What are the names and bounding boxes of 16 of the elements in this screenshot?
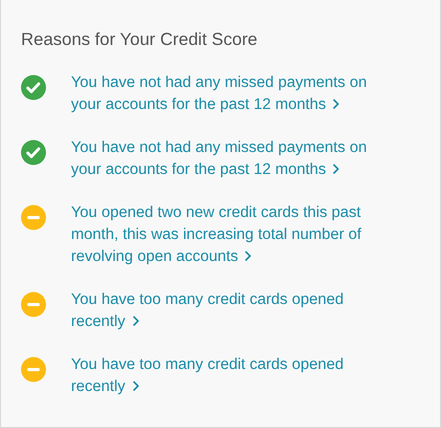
chevron-right-icon (132, 380, 140, 392)
minus-circle-icon (21, 292, 46, 317)
reason-link[interactable]: You have not had any missed payments on your accounts for the past 12 months (71, 137, 381, 181)
reason-link[interactable]: You have not had any missed payments on your accounts for the past 12 months (71, 72, 381, 116)
chevron-right-icon (332, 163, 340, 175)
chevron-right-icon (332, 98, 340, 110)
section-title: Reasons for Your Credit Score (21, 28, 258, 50)
chevron-right-icon (244, 250, 252, 262)
reason-link[interactable]: You have too many credit cards opened recently (71, 354, 381, 398)
check-circle-icon (21, 75, 46, 100)
minus-circle-icon (21, 357, 46, 382)
chevron-right-icon (132, 315, 140, 327)
reason-link[interactable]: You have too many credit cards opened recently (71, 289, 381, 333)
check-circle-icon (21, 140, 46, 165)
reason-link[interactable]: You opened two new credit cards this past month, this was increasing total number of revolving open accounts (71, 202, 381, 268)
minus-circle-icon (21, 205, 46, 230)
